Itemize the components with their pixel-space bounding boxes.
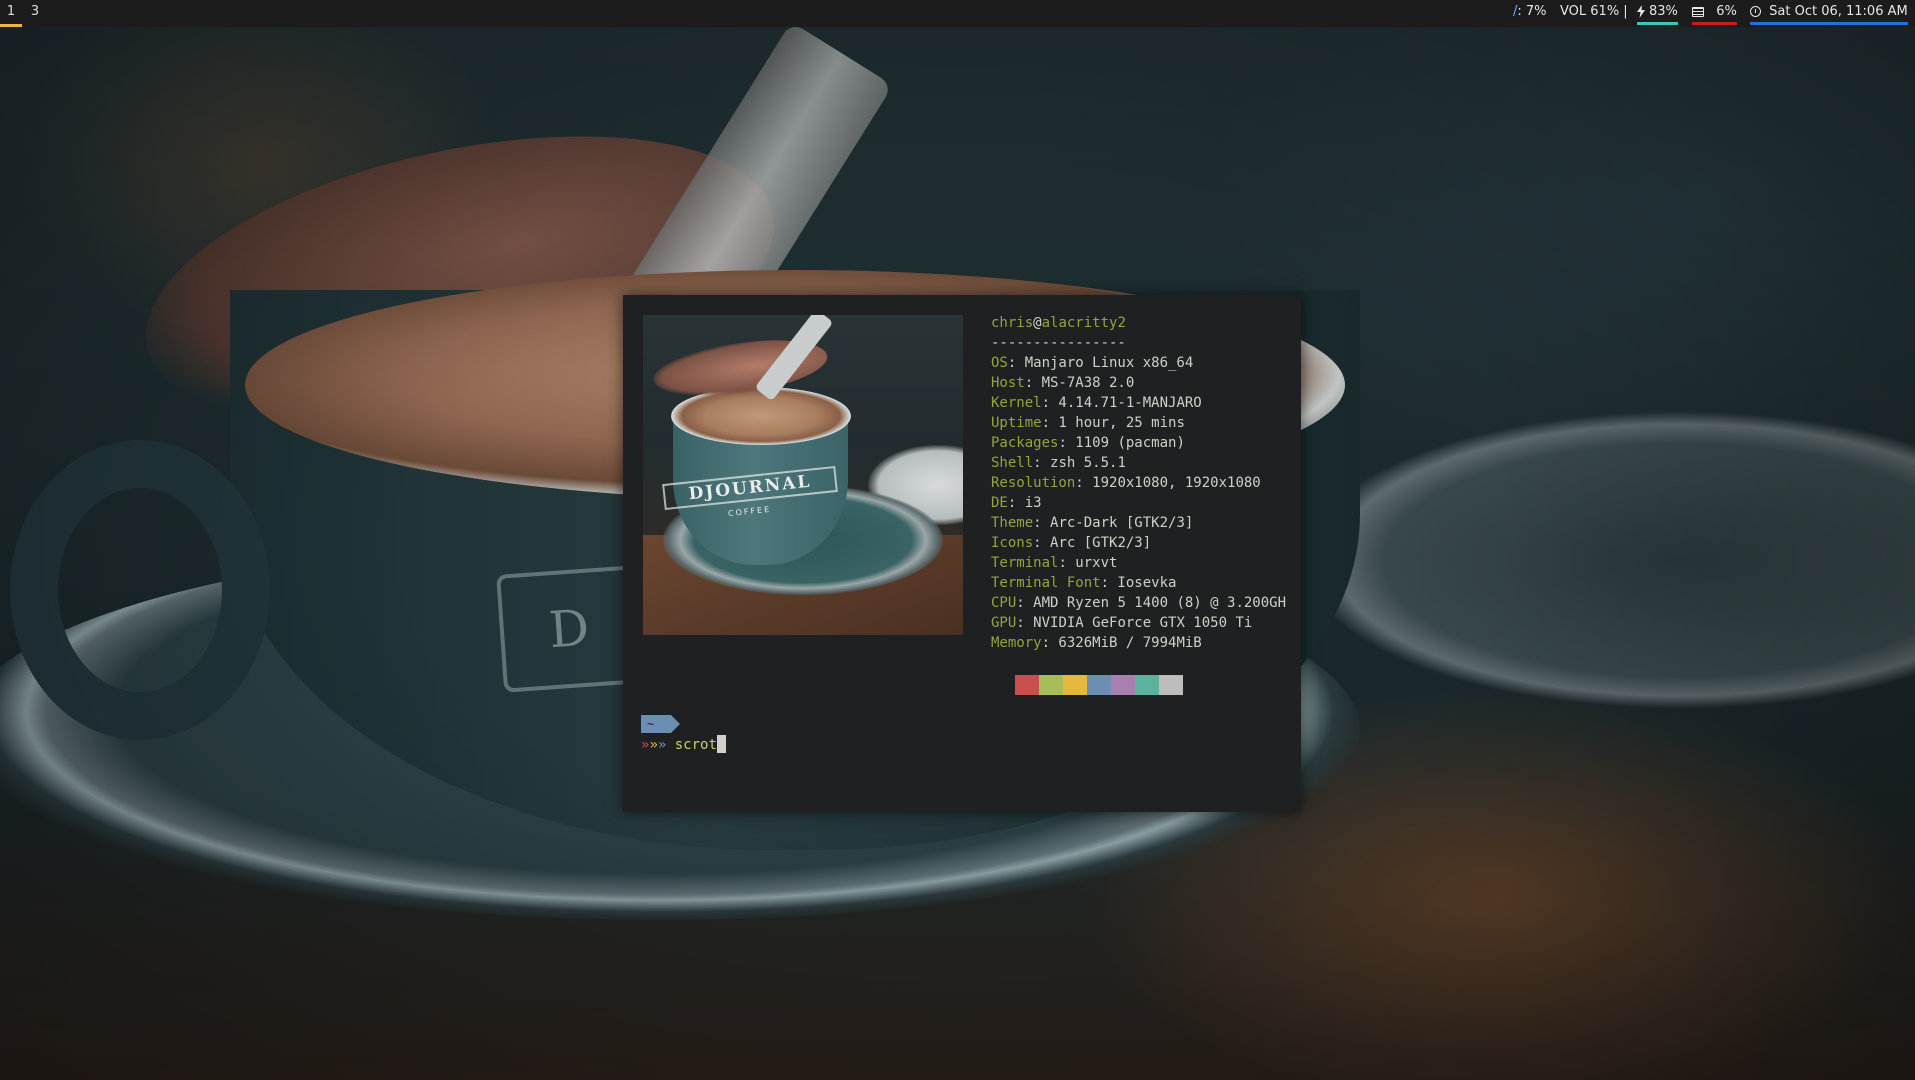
- info-key: Shell: [991, 455, 1034, 471]
- color-swatch: [1111, 675, 1135, 695]
- info-key: Terminal Font: [991, 575, 1101, 591]
- text-cursor: [716, 735, 726, 753]
- cpu-status[interactable]: /: 7%: [1513, 0, 1547, 27]
- info-row-icons: Icons: Arc [GTK2/3]: [991, 533, 1286, 553]
- info-row-cpu: CPU: AMD Ryzen 5 1400 (8) @ 3.200GH: [991, 593, 1286, 613]
- username: chris: [991, 315, 1034, 331]
- info-row-de: DE: i3: [991, 493, 1286, 513]
- command-line[interactable]: »»» scrot: [641, 735, 726, 755]
- workspace-button-1[interactable]: 1: [0, 0, 22, 27]
- datetime-status[interactable]: Sat Oct 06, 11:06 AM: [1750, 0, 1908, 27]
- info-row-shell: Shell: zsh 5.5.1: [991, 453, 1286, 473]
- battery-status[interactable]: 83%: [1637, 0, 1678, 27]
- directory-badge: ~: [641, 715, 680, 733]
- info-key: Packages: [991, 435, 1059, 451]
- info-row-resolution: Resolution: 1920x1080, 1920x1080: [991, 473, 1286, 493]
- volume-text: VOL 61% |: [1560, 4, 1628, 19]
- info-row-memory: Memory: 6326MiB / 7994MiB: [991, 633, 1286, 653]
- info-value: : 1 hour, 25 mins: [1041, 415, 1185, 431]
- info-value: : 6326MiB / 7994MiB: [1041, 635, 1202, 651]
- info-key: Host: [991, 375, 1025, 391]
- info-key: Theme: [991, 515, 1034, 531]
- info-value: : 4.14.71-1-MANJARO: [1041, 395, 1202, 411]
- info-key: Memory: [991, 635, 1042, 651]
- info-key: CPU: [991, 595, 1017, 611]
- disk-icon: [1692, 6, 1704, 17]
- info-row-terminal: Terminal: urxvt: [991, 553, 1286, 573]
- info-key: DE: [991, 495, 1008, 511]
- chevron-icon: »: [657, 737, 667, 753]
- info-value: : urxvt: [1058, 555, 1118, 571]
- info-value: : Iosevka: [1100, 575, 1177, 591]
- info-value: : Arc-Dark [GTK2/3]: [1033, 515, 1194, 531]
- command-text: scrot: [674, 737, 717, 753]
- color-swatch: [991, 675, 1015, 695]
- chevron-icon: »: [649, 737, 658, 753]
- info-key: Kernel: [991, 395, 1042, 411]
- terminal-window[interactable]: DJOURNAL COFFEE chris@alacritty2 --------…: [623, 295, 1301, 812]
- info-row-terminal-font: Terminal Font: Iosevka: [991, 573, 1286, 593]
- info-key: Resolution: [991, 475, 1076, 491]
- clock-icon: [1750, 6, 1761, 17]
- user-host-line: chris@alacritty2: [991, 313, 1286, 333]
- disk-text: 6%: [1716, 4, 1737, 19]
- workspace-label: 1: [6, 4, 16, 19]
- info-value: : Arc [GTK2/3]: [1033, 535, 1152, 551]
- bolt-icon: [1637, 5, 1645, 18]
- info-row-kernel: Kernel: 4.14.71-1-MANJARO: [991, 393, 1286, 413]
- datetime-text: Sat Oct 06, 11:06 AM: [1769, 4, 1908, 19]
- info-value: : MS-7A38 2.0: [1024, 375, 1135, 391]
- info-key: Terminal: [991, 555, 1059, 571]
- info-row-packages: Packages: 1109 (pacman): [991, 433, 1286, 453]
- separator-line: ----------------: [991, 335, 1126, 351]
- info-value: : zsh 5.5.1: [1033, 455, 1126, 471]
- status-bar: 1 3 /: 7% VOL 61% | 83% 6% Sat Oct 06, 1…: [0, 0, 1915, 27]
- color-swatch: [1039, 675, 1063, 695]
- info-row-host: Host: MS-7A38 2.0: [991, 373, 1286, 393]
- info-value: : NVIDIA GeForce GTX 1050 Ti: [1016, 615, 1253, 631]
- info-value: : 1920x1080, 1920x1080: [1075, 475, 1261, 491]
- directory-text: ~: [647, 717, 655, 731]
- info-value: : i3: [1007, 495, 1042, 511]
- info-key: Icons: [991, 535, 1034, 551]
- info-key: GPU: [991, 615, 1017, 631]
- neofetch-image: DJOURNAL COFFEE: [643, 315, 963, 635]
- battery-text: 83%: [1649, 4, 1678, 19]
- cpu-usage-text: : 7%: [1517, 4, 1547, 19]
- info-row-theme: Theme: Arc-Dark [GTK2/3]: [991, 513, 1286, 533]
- system-info: chris@alacritty2 ---------------- OS: Manj…: [991, 313, 1286, 653]
- hostname: alacritty2: [1041, 315, 1126, 331]
- volume-status[interactable]: VOL 61% |: [1560, 0, 1628, 27]
- disk-status[interactable]: 6%: [1692, 0, 1737, 27]
- workspace-label: 3: [30, 4, 40, 19]
- info-key: Uptime: [991, 415, 1042, 431]
- info-row-gpu: GPU: NVIDIA GeForce GTX 1050 Ti: [991, 613, 1286, 633]
- info-key: OS: [991, 355, 1008, 371]
- workspace-button-3[interactable]: 3: [24, 0, 46, 27]
- at-sign: @: [1033, 315, 1042, 331]
- color-swatch: [1135, 675, 1159, 695]
- color-swatch: [1063, 675, 1087, 695]
- color-swatch: [1015, 675, 1039, 695]
- info-value: : Manjaro Linux x86_64: [1007, 355, 1194, 371]
- info-row-uptime: Uptime: 1 hour, 25 mins: [991, 413, 1286, 433]
- info-value: : AMD Ryzen 5 1400 (8) @ 3.200GH: [1016, 595, 1287, 611]
- info-value: : 1109 (pacman): [1058, 435, 1185, 451]
- color-swatch: [1159, 675, 1183, 695]
- color-swatch: [1087, 675, 1111, 695]
- info-row-os: OS: Manjaro Linux x86_64: [991, 353, 1286, 373]
- color-palette: [991, 675, 1183, 695]
